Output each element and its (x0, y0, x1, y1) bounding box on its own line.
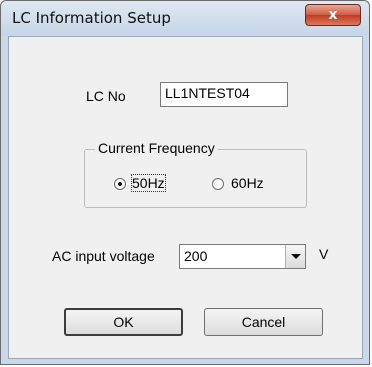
close-button[interactable]: x (305, 4, 361, 26)
cancel-button-label: Cancel (241, 314, 286, 330)
title-bar[interactable]: LC Information Setup x (1, 1, 369, 35)
ok-button-label: OK (113, 314, 134, 330)
frequency-group-label: Current Frequency (95, 140, 218, 156)
window-title: LC Information Setup (12, 9, 171, 27)
close-icon: x (328, 7, 338, 23)
radio-50hz-label[interactable]: 50Hz (131, 174, 166, 192)
ac-voltage-value: 200 (184, 248, 208, 264)
ok-button[interactable]: OK (64, 308, 183, 336)
lc-no-label: LC No (86, 88, 126, 104)
lc-no-input[interactable]: LL1NTEST04 (160, 82, 288, 107)
radio-50hz[interactable] (114, 178, 126, 190)
dialog-window: LC Information Setup x LC No LL1NTEST04 … (0, 0, 370, 365)
lc-no-value: LL1NTEST04 (165, 85, 250, 101)
voltage-unit: V (319, 246, 329, 262)
dialog-body: LC No LL1NTEST04 Current Frequency 50Hz … (8, 36, 363, 359)
cancel-button[interactable]: Cancel (204, 308, 323, 336)
chevron-down-icon[interactable] (285, 245, 305, 268)
ac-voltage-label: AC input voltage (52, 248, 155, 264)
radio-60hz-label[interactable]: 60Hz (231, 175, 264, 191)
radio-60hz[interactable] (212, 178, 224, 190)
ac-voltage-select[interactable]: 200 (179, 244, 306, 269)
